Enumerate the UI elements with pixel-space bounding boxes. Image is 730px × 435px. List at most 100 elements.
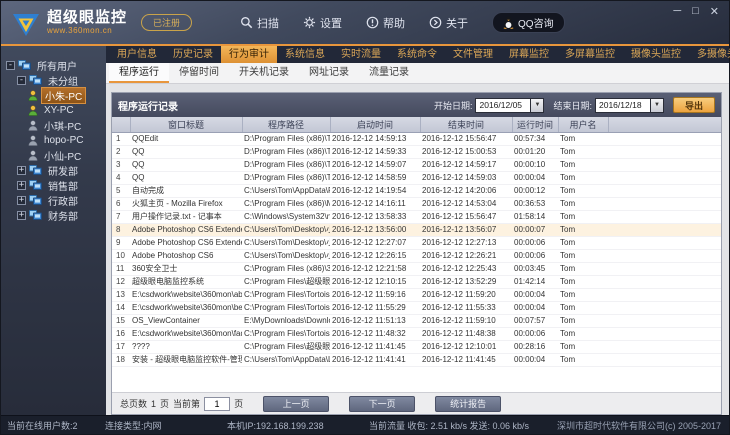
sub-tab-流量记录[interactable]: 流量记录 xyxy=(359,63,419,83)
expand-toggle[interactable]: - xyxy=(6,61,15,70)
table-row[interactable]: 15OS_ViewContainerE:\MyDownloads\Downloa… xyxy=(112,314,721,327)
end-date-picker[interactable]: 2016/12/18 ▼ xyxy=(595,98,664,113)
minimize-button[interactable]: ─ xyxy=(673,5,681,18)
main-tab-历史记录[interactable]: 历史记录 xyxy=(165,46,221,63)
table-row[interactable]: 14E:\csdwork\website\360mon\beianC:\Prog… xyxy=(112,301,721,314)
start-date-value[interactable]: 2016/12/05 xyxy=(475,98,531,113)
about-icon xyxy=(429,16,442,29)
sub-tab-程序运行[interactable]: 程序运行 xyxy=(109,63,169,83)
tree-item-小琪-PC[interactable]: 小琪-PC xyxy=(1,118,106,133)
tree-item-行政部[interactable]: +行政部 xyxy=(1,193,106,208)
table-row[interactable]: 18安装 - 超级眼电脑监控软件-管理端(内C:\Users\Tom\AppDa… xyxy=(112,353,721,366)
panel-title: 程序运行记录 xyxy=(118,98,178,113)
table-row[interactable]: 2QQD:\Program Files (x86)\Tencent\QQLite… xyxy=(112,145,721,158)
main-tab-多屏幕监控[interactable]: 多屏幕监控 xyxy=(557,46,623,63)
expand-toggle[interactable]: + xyxy=(17,166,26,175)
chevron-down-icon[interactable]: ▼ xyxy=(531,98,544,113)
export-button[interactable]: 导出 xyxy=(673,97,715,113)
sub-tab-开关机记录[interactable]: 开关机记录 xyxy=(229,63,299,83)
table-row[interactable]: 9Adobe Photoshop CS6 ExtendedC:\Users\To… xyxy=(112,236,721,249)
table-row[interactable]: 17????C:\Program Files\超级眼电脑监控软件\Client.… xyxy=(112,340,721,353)
program-path-cell: C:\Users\Tom\AppData\Roaming\360se6\Appl… xyxy=(242,184,330,197)
column-header[interactable]: 启动时间 xyxy=(330,117,420,132)
table-row[interactable]: 16E:\csdwork\website\360mon\faqC:\Progra… xyxy=(112,327,721,340)
username-cell: Tom xyxy=(558,132,608,145)
table-row[interactable]: 3QQD:\Program Files (x86)\Tencent\QQLite… xyxy=(112,158,721,171)
设置-button[interactable]: 设置 xyxy=(303,15,342,31)
关于-button[interactable]: 关于 xyxy=(429,15,468,31)
expand-toggle[interactable]: + xyxy=(17,196,26,205)
column-header[interactable] xyxy=(608,117,721,132)
close-button[interactable]: ✕ xyxy=(710,5,719,18)
main-tab-系统信息[interactable]: 系统信息 xyxy=(277,46,333,63)
window-title-cell: 自动完成 xyxy=(130,184,242,197)
start-date-label: 开始日期: xyxy=(434,99,473,112)
column-header[interactable]: 程序路径 xyxy=(242,117,330,132)
table-row[interactable]: 13E:\csdwork\website\360mon\aboutC:\Prog… xyxy=(112,288,721,301)
chevron-down-icon[interactable]: ▼ xyxy=(651,98,664,113)
column-header[interactable]: 结束时间 xyxy=(420,117,512,132)
main-tab-屏幕监控[interactable]: 屏幕监控 xyxy=(501,46,557,63)
main-tab-多摄像头监控[interactable]: 多摄像头监控 xyxy=(689,46,730,63)
sub-tab-停留时间[interactable]: 停留时间 xyxy=(169,63,229,83)
main-tab-行为审计[interactable]: 行为审计 xyxy=(221,46,277,63)
tree-item-财务部[interactable]: +财务部 xyxy=(1,208,106,223)
main-tab-用户信息[interactable]: 用户信息 xyxy=(109,46,165,63)
program-path-cell: C:\Users\Tom\Desktop\小朱工作资料\Adobe Photos… xyxy=(242,223,330,236)
table-row[interactable]: 1QQEditD:\Program Files (x86)\Tencent\QQ… xyxy=(112,132,721,145)
stats-report-button[interactable]: 统计报告 xyxy=(435,396,501,412)
filler-cell xyxy=(608,249,721,262)
program-path-cell: D:\Program Files (x86)\Tencent\QQLite\Bi… xyxy=(242,132,330,145)
table-row[interactable]: 4QQD:\Program Files (x86)\Tencent\QQLite… xyxy=(112,171,721,184)
tree-item-研发部[interactable]: +研发部 xyxy=(1,163,106,178)
扫描-button[interactable]: 扫描 xyxy=(240,15,279,31)
tree-item-XY-PC[interactable]: XY-PC xyxy=(1,103,106,118)
帮助-button[interactable]: 帮助 xyxy=(366,15,405,31)
next-page-button[interactable]: 下一页 xyxy=(349,396,415,412)
start-date-picker[interactable]: 2016/12/05 ▼ xyxy=(475,98,544,113)
column-header[interactable]: 运行时间 xyxy=(512,117,558,132)
tree-item-所有用户[interactable]: -所有用户 xyxy=(1,58,106,73)
main-tab-实时流量[interactable]: 实时流量 xyxy=(333,46,389,63)
table-row[interactable]: 11360安全卫士C:\Program Files (x86)\360\360s… xyxy=(112,262,721,275)
sub-tab-网址记录[interactable]: 网址记录 xyxy=(299,63,359,83)
table-row[interactable]: 8Adobe Photoshop CS6 ExtendedC:\Users\To… xyxy=(112,223,721,236)
tree-item-小仙-PC[interactable]: 小仙-PC xyxy=(1,148,106,163)
table-row[interactable]: 5自动完成C:\Users\Tom\AppData\Roaming\360se6… xyxy=(112,184,721,197)
column-header[interactable]: 窗口标题 xyxy=(130,117,242,132)
column-header[interactable] xyxy=(112,117,130,132)
table-row[interactable]: 10Adobe Photoshop CS6C:\Users\Tom\Deskto… xyxy=(112,249,721,262)
main-tab-系统命令[interactable]: 系统命令 xyxy=(389,46,445,63)
tree-item-label: hopo-PC xyxy=(41,134,86,147)
end-date-value[interactable]: 2016/12/18 xyxy=(595,98,651,113)
prev-page-button[interactable]: 上一页 xyxy=(263,396,329,412)
tree-item-小朱-PC[interactable]: 小朱-PC xyxy=(1,88,106,103)
expand-toggle[interactable]: + xyxy=(17,181,26,190)
maximize-button[interactable]: □ xyxy=(692,5,699,18)
window-title-cell: 安装 - 超级眼电脑监控软件-管理端(内 xyxy=(130,353,242,366)
main-tab-摄像头监控[interactable]: 摄像头监控 xyxy=(623,46,689,63)
qq-consult-button[interactable]: QQ咨询 xyxy=(492,12,565,33)
column-header[interactable]: 用户名 xyxy=(558,117,608,132)
table-row[interactable]: 12超级眼电脑监控系统C:\Program Files\超级眼电脑监控软件\Cl… xyxy=(112,275,721,288)
username-cell: Tom xyxy=(558,197,608,210)
table-row[interactable]: 7用户操作记录.txt - 记事本C:\Windows\System32\not… xyxy=(112,210,721,223)
expand-toggle[interactable]: - xyxy=(17,76,26,85)
table-row[interactable]: 6火狐主页 - Mozilla FirefoxC:\Program Files … xyxy=(112,197,721,210)
current-page-input[interactable] xyxy=(204,397,230,411)
username-cell: Tom xyxy=(558,314,608,327)
filler-cell xyxy=(608,340,721,353)
start-time-cell: 2016-12-12 12:21:58 xyxy=(330,262,420,275)
end-time-cell: 2016-12-12 13:56:07 xyxy=(420,223,512,236)
duration-cell: 00:03:45 xyxy=(512,262,558,275)
page-unit-label: 页 xyxy=(234,397,243,410)
duration-cell: 00:28:16 xyxy=(512,340,558,353)
tree-item-未分组[interactable]: -未分组 xyxy=(1,73,106,88)
filler-cell xyxy=(608,314,721,327)
row-number: 15 xyxy=(112,314,130,327)
tree-item-hopo-PC[interactable]: hopo-PC xyxy=(1,133,106,148)
expand-toggle[interactable]: + xyxy=(17,211,26,220)
main-tab-文件管理[interactable]: 文件管理 xyxy=(445,46,501,63)
end-time-cell: 2016-12-12 12:27:13 xyxy=(420,236,512,249)
tree-item-销售部[interactable]: +销售部 xyxy=(1,178,106,193)
